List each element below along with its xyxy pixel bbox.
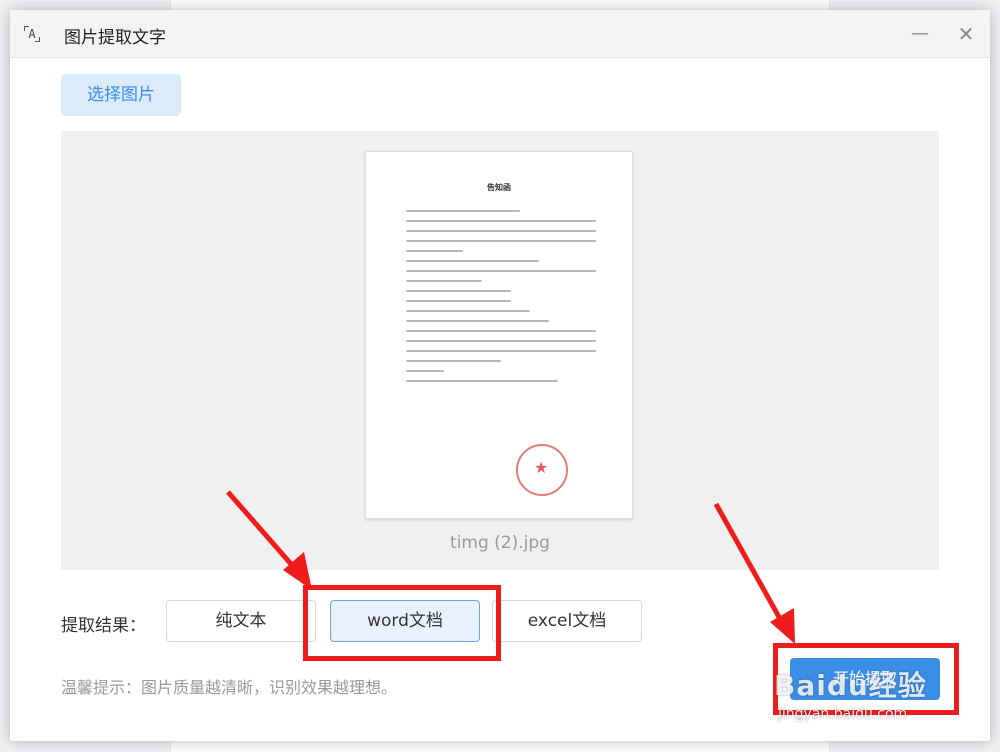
result-label: 提取结果： [61,616,146,636]
red-seal-stamp [516,444,568,496]
image-filename: timg (2).jpg [450,533,550,553]
title-bar: A 图片提取文字 — ✕ [10,10,990,58]
option-excel-document[interactable]: excel文档 [492,600,642,642]
ocr-app-icon: A [24,26,40,42]
document-text-lines [406,210,596,390]
close-icon[interactable]: ✕ [954,22,978,46]
minimize-icon[interactable]: — [908,22,932,46]
select-image-button[interactable]: 选择图片 [61,74,181,116]
highlight-box-word [303,585,501,661]
image-preview-area: 告知函 timg [61,131,939,570]
option-plain-text[interactable]: 纯文本 [166,600,316,642]
document-thumbnail: 告知函 [365,151,633,519]
document-thumbnail-title: 告知函 [487,183,511,192]
window-title: 图片提取文字 [64,28,166,48]
hint-text: 温馨提示：图片质量越清晰，识别效果越理想。 [61,678,398,697]
highlight-box-start [773,643,959,715]
